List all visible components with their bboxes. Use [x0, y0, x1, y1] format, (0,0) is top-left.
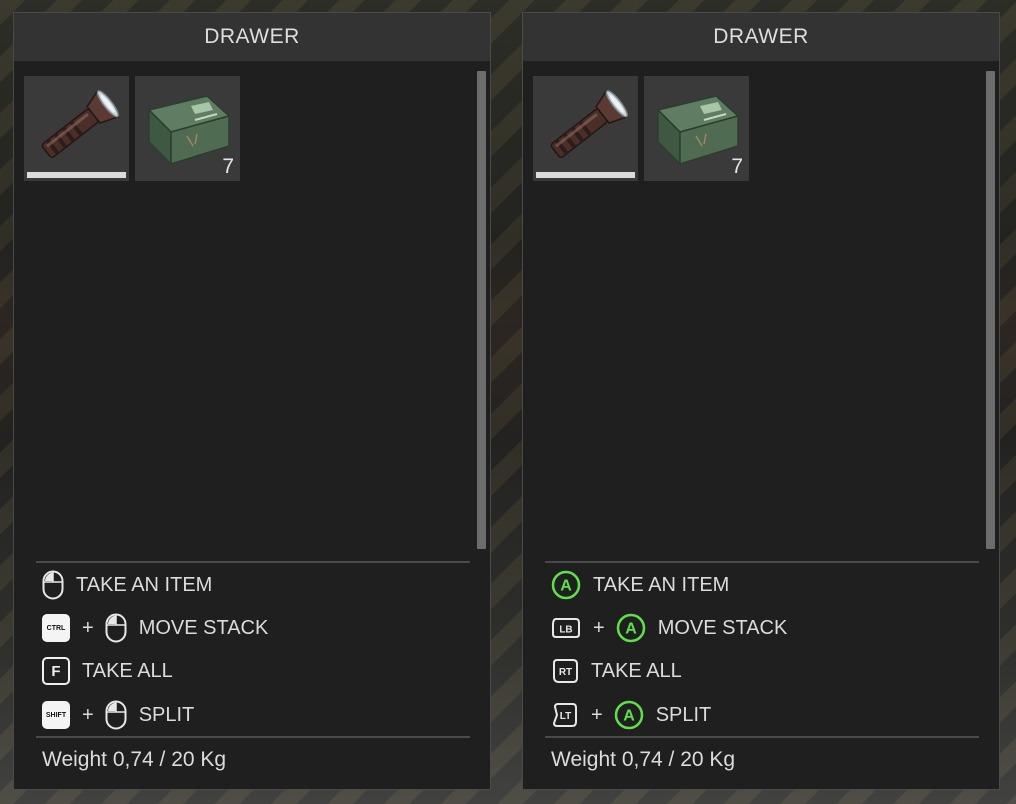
hint-split: SHIFT + SPLIT: [42, 699, 194, 731]
inventory-slot-flashlight[interactable]: [24, 76, 129, 181]
lb-button-icon: LB: [551, 616, 581, 640]
scrollbar[interactable]: [986, 71, 995, 549]
plus-sign: +: [82, 703, 94, 726]
inventory-slot-battery-box[interactable]: 7: [644, 76, 749, 181]
shift-key-icon: SHIFT: [42, 701, 70, 729]
svg-text:A: A: [625, 621, 637, 638]
hint-take-an-item: A TAKE AN ITEM: [551, 569, 729, 601]
inventory-panel-controller: DRAWER 7 A TAKE AN ITEM LB + A MOVE STAC…: [522, 12, 1000, 790]
inventory-slot-battery-box[interactable]: 7: [135, 76, 240, 181]
svg-text:LB: LB: [559, 625, 572, 636]
f-key-icon: F: [42, 657, 70, 685]
a-button-icon: A: [616, 613, 646, 643]
scrollbar[interactable]: [477, 71, 486, 549]
divider: [545, 736, 979, 738]
inventory-panel-keyboard: DRAWER 7 TAKE AN ITEM CTRL + MOVE STACK …: [13, 12, 491, 790]
a-button-icon: A: [614, 700, 644, 730]
weight-label: Weight 0,74 / 20 Kg: [551, 748, 736, 771]
flashlight-icon: [41, 89, 120, 159]
inventory-slot-flashlight[interactable]: [533, 76, 638, 181]
svg-text:RT: RT: [559, 667, 572, 678]
hint-label: TAKE AN ITEM: [593, 573, 730, 596]
a-button-icon: A: [551, 570, 581, 600]
mouse-icon: [105, 700, 127, 730]
divider: [36, 736, 470, 738]
hint-label: TAKE ALL: [591, 659, 682, 682]
panel-title: DRAWER: [523, 13, 999, 61]
plus-sign: +: [591, 703, 603, 726]
hint-label: MOVE STACK: [138, 616, 269, 639]
weight-label: Weight 0,74 / 20 Kg: [42, 748, 227, 771]
hint-label: TAKE ALL: [82, 659, 173, 682]
svg-text:A: A: [623, 708, 635, 725]
durability-bar: [27, 172, 126, 178]
lt-button-icon: LT: [551, 701, 579, 729]
flashlight-icon: [550, 89, 629, 159]
hint-move-stack: CTRL + MOVE STACK: [42, 612, 268, 644]
svg-text:A: A: [560, 578, 572, 595]
hint-take-all: F TAKE ALL: [42, 655, 173, 687]
plus-sign: +: [593, 616, 605, 639]
ctrl-key-icon: CTRL: [42, 614, 70, 642]
divider: [545, 561, 979, 563]
item-quantity: 7: [731, 155, 743, 178]
durability-bar: [536, 172, 635, 178]
panel-title: DRAWER: [14, 13, 490, 61]
hint-take-an-item: TAKE AN ITEM: [42, 569, 212, 601]
hint-label: SPLIT: [138, 703, 195, 726]
svg-text:LT: LT: [560, 711, 571, 722]
hint-take-all: RT TAKE ALL: [551, 655, 682, 687]
hint-label: MOVE STACK: [657, 616, 788, 639]
item-quantity: 7: [222, 155, 234, 178]
mouse-icon: [105, 613, 127, 643]
hint-split: LT + A SPLIT: [551, 699, 711, 731]
divider: [36, 561, 470, 563]
mouse-icon: [42, 570, 64, 600]
hint-move-stack: LB + A MOVE STACK: [551, 612, 787, 644]
rt-button-icon: RT: [551, 657, 579, 685]
hint-label: TAKE AN ITEM: [76, 573, 213, 596]
plus-sign: +: [82, 616, 94, 639]
hint-label: SPLIT: [655, 703, 712, 726]
